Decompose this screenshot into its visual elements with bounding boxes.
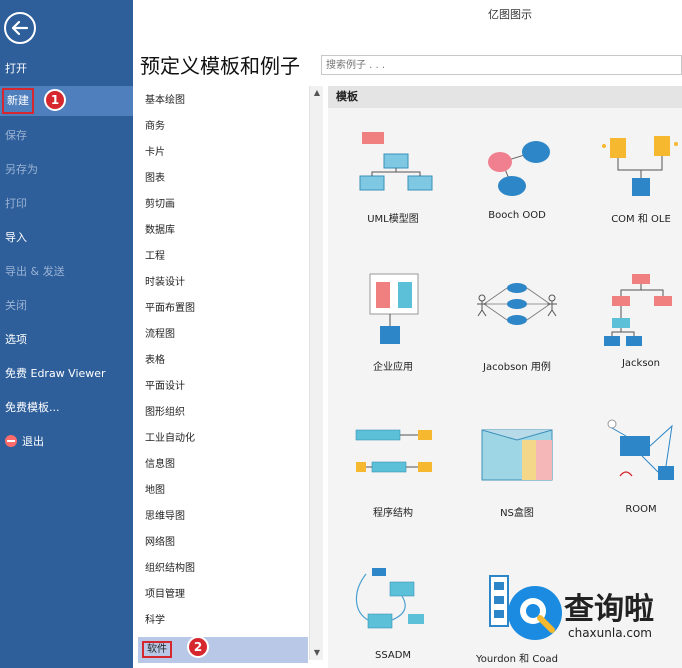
- jackson-tree-icon: [604, 274, 672, 346]
- scroll-down-arrow-icon[interactable]: ▼: [312, 648, 322, 658]
- step-badge-1: 1: [44, 89, 66, 111]
- enterprise-app-icon: [369, 273, 419, 344]
- category-item[interactable]: 工程: [138, 244, 308, 270]
- template-com-ole[interactable]: COM 和 OLE: [586, 122, 682, 225]
- template-label: Jackson: [621, 358, 661, 369]
- category-item[interactable]: 组织结构图: [138, 556, 308, 582]
- template-booch[interactable]: Booch OOD: [462, 122, 572, 221]
- panel-header: 模板: [328, 86, 682, 108]
- menu-save-as[interactable]: 另存为: [0, 155, 133, 185]
- template-uml[interactable]: UML模型图: [338, 122, 448, 225]
- magnifier-logo-icon: [508, 586, 562, 640]
- category-item[interactable]: 地图: [138, 478, 308, 504]
- category-item[interactable]: 平面设计: [138, 374, 308, 400]
- template-label: Jacobson 用例: [483, 362, 551, 373]
- menu-print-label: 打印: [5, 197, 27, 210]
- ns-box-icon: [481, 429, 553, 481]
- menu-import[interactable]: 导入: [0, 223, 133, 253]
- menu-save-label: 保存: [5, 129, 27, 142]
- category-item[interactable]: 数据库: [138, 218, 308, 244]
- watermark-logo: 查询啦 chaxunla.com: [508, 580, 682, 660]
- template-program-structure[interactable]: 程序结构: [338, 416, 448, 519]
- exit-icon: [5, 435, 17, 447]
- menu-open-label: 打开: [5, 62, 27, 75]
- menu-options-label: 选项: [5, 333, 27, 346]
- room-diagram-icon: [607, 419, 674, 480]
- category-item-software[interactable]: 软件: [138, 637, 308, 663]
- com-ole-icon: [602, 136, 678, 196]
- menu-open[interactable]: 打开: [0, 54, 133, 84]
- category-item[interactable]: 商务: [138, 114, 308, 140]
- template-room[interactable]: ROOM: [586, 416, 682, 515]
- category-item[interactable]: 图表: [138, 166, 308, 192]
- backstage-sidebar: 打开 新建 保存 另存为 打印 导入 导出 & 发送 关闭 选项 免费 Edra…: [0, 0, 133, 668]
- category-item[interactable]: 网络图: [138, 530, 308, 556]
- category-item[interactable]: 信息图: [138, 452, 308, 478]
- template-label: UML模型图: [367, 214, 419, 225]
- program-structure-icon: [355, 429, 432, 473]
- menu-options[interactable]: 选项: [0, 325, 133, 355]
- category-item[interactable]: 思维导图: [138, 504, 308, 530]
- watermark-domain: chaxunla.com: [568, 626, 652, 640]
- page-title: 预定义模板和例子: [140, 54, 300, 78]
- menu-save-as-label: 另存为: [5, 163, 38, 176]
- template-ns-box[interactable]: NS盒图: [462, 416, 572, 519]
- menu-exit[interactable]: 退出: [0, 427, 133, 457]
- category-item[interactable]: 项目管理: [138, 582, 308, 608]
- menu-close-label: 关闭: [5, 299, 27, 312]
- template-enterprise[interactable]: 企业应用: [338, 270, 448, 373]
- menu-new-label: 新建: [2, 88, 34, 114]
- category-item[interactable]: 流程图: [138, 322, 308, 348]
- ssadm-icon: [355, 568, 424, 629]
- template-label: SSADM: [374, 650, 412, 661]
- category-list: 基本绘图 商务 卡片 图表 剪切画 数据库 工程 时装设计 平面布置图 流程图 …: [138, 86, 310, 663]
- scroll-up-arrow-icon[interactable]: ▲: [312, 88, 322, 98]
- template-label: 程序结构: [373, 508, 413, 519]
- template-label: NS盒图: [500, 508, 534, 519]
- template-jackson[interactable]: Jackson: [586, 270, 682, 369]
- menu-free-templates-label: 免费模板...: [5, 401, 60, 414]
- category-scrollbar[interactable]: ▲ ▼: [309, 86, 323, 660]
- template-jacobson[interactable]: Jacobson 用例: [462, 270, 572, 373]
- menu-free-viewer-label: 免费 Edraw Viewer: [5, 367, 106, 380]
- booch-cloud-icon: [488, 141, 550, 196]
- uml-diagram-icon: [359, 132, 433, 191]
- category-item[interactable]: 图形组织: [138, 400, 308, 426]
- template-label: ROOM: [625, 504, 657, 515]
- jacobson-usecase-icon: [477, 283, 557, 325]
- category-item[interactable]: 时装设计: [138, 270, 308, 296]
- template-label: COM 和 OLE: [611, 214, 671, 225]
- menu-export-send[interactable]: 导出 & 发送: [0, 257, 133, 287]
- step-badge-2: 2: [187, 636, 209, 658]
- category-item[interactable]: 表格: [138, 348, 308, 374]
- menu-free-viewer[interactable]: 免费 Edraw Viewer: [0, 359, 133, 389]
- category-item[interactable]: 基本绘图: [138, 88, 308, 114]
- menu-import-label: 导入: [5, 231, 27, 244]
- category-item[interactable]: 剪切画: [138, 192, 308, 218]
- category-software-label: 软件: [142, 641, 172, 658]
- category-item[interactable]: 平面布置图: [138, 296, 308, 322]
- category-item[interactable]: 科学: [138, 608, 308, 634]
- category-item[interactable]: 卡片: [138, 140, 308, 166]
- menu-save[interactable]: 保存: [0, 121, 133, 151]
- template-label: Booch OOD: [488, 210, 546, 221]
- search-input[interactable]: [321, 55, 682, 75]
- template-ssadm[interactable]: SSADM: [338, 562, 448, 661]
- menu-free-templates[interactable]: 免费模板...: [0, 393, 133, 423]
- watermark-brand: 查询啦: [564, 592, 654, 627]
- app-title: 亿图图示: [488, 8, 532, 21]
- category-item[interactable]: 工业自动化: [138, 426, 308, 452]
- menu-exit-label: 退出: [22, 435, 44, 448]
- menu-new[interactable]: 新建: [0, 86, 133, 116]
- menu-export-send-label: 导出 & 发送: [5, 265, 65, 278]
- menu-close[interactable]: 关闭: [0, 291, 133, 321]
- template-label: 企业应用: [373, 362, 413, 373]
- menu-print[interactable]: 打印: [0, 189, 133, 219]
